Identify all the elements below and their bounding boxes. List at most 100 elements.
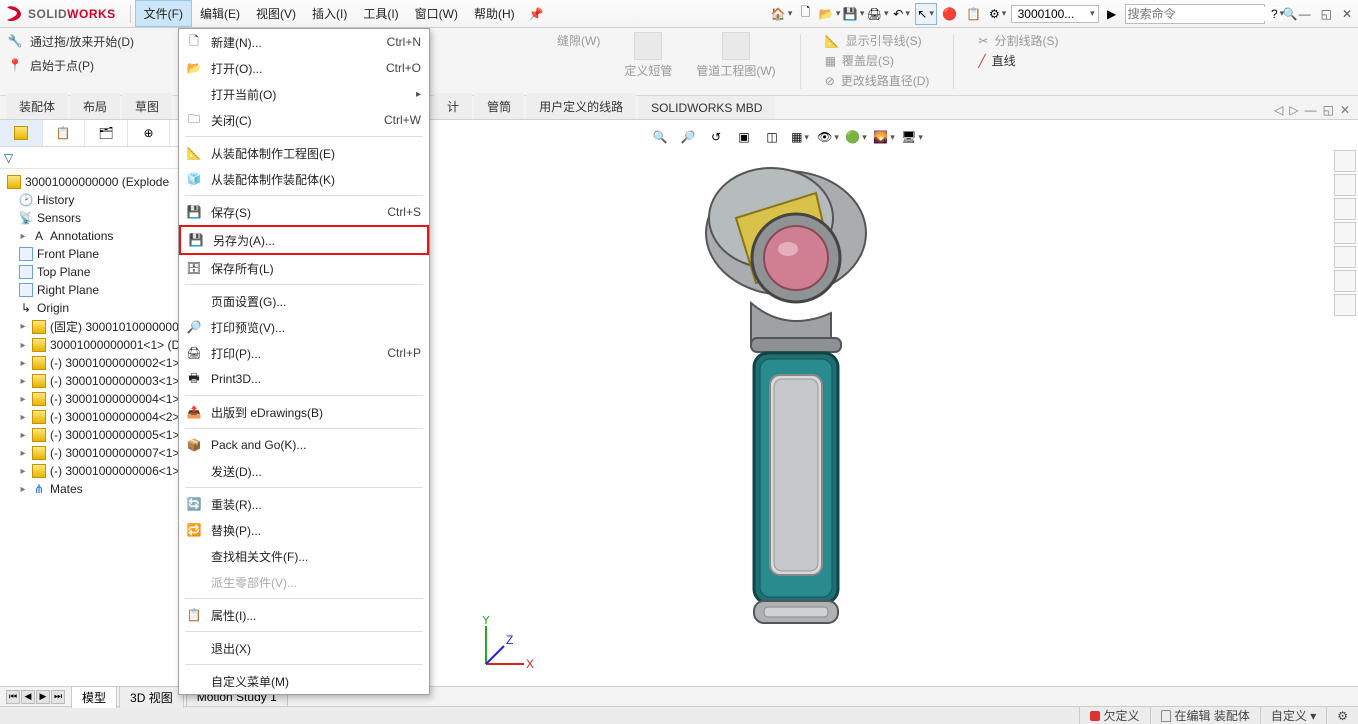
- tab-nav-next[interactable]: ▶: [36, 690, 50, 704]
- menu-view[interactable]: 视图(V): [248, 1, 304, 26]
- print-icon: 🖨: [185, 344, 203, 362]
- menu-insert[interactable]: 插入(I): [304, 1, 355, 26]
- menu-tools[interactable]: 工具(I): [355, 1, 406, 26]
- fm-new[interactable]: 🗋新建(N)...Ctrl+N: [179, 29, 429, 55]
- search-box[interactable]: 🔍: [1125, 4, 1265, 24]
- fm-find-ref[interactable]: 查找相关文件(F)...: [179, 543, 429, 569]
- fm-make-drawing[interactable]: 📐从装配体制作工程图(E): [179, 140, 429, 166]
- fm-print[interactable]: 🖨打印(P)...Ctrl+P: [179, 340, 429, 366]
- fm-pack[interactable]: 📦Pack and Go(K)...: [179, 432, 429, 458]
- tab-mbd[interactable]: SOLIDWORKS MBD: [638, 96, 775, 119]
- menu-edit[interactable]: 编辑(E): [192, 1, 248, 26]
- status-gear-icon[interactable]: ⚙: [1326, 707, 1358, 724]
- taskpane-home-icon[interactable]: [1334, 150, 1356, 172]
- tab-nav-prev[interactable]: ◀: [21, 690, 35, 704]
- taskpane-forum-icon[interactable]: [1334, 294, 1356, 316]
- line-cmd[interactable]: ╱直线: [978, 52, 1058, 69]
- taskpane-lib-icon[interactable]: [1334, 174, 1356, 196]
- tab-assembly[interactable]: 装配体: [6, 93, 68, 119]
- panel-close-icon[interactable]: ✕: [1340, 103, 1350, 117]
- settings-button[interactable]: ⚙: [987, 3, 1009, 25]
- tab-3dview[interactable]: 3D 视图: [119, 686, 184, 708]
- play-icon[interactable]: ▶: [1101, 3, 1123, 25]
- appearance-icon[interactable]: 🟢: [845, 126, 867, 148]
- fm-save-all[interactable]: 🗄保存所有(L): [179, 255, 429, 281]
- taskpane-appear-icon[interactable]: [1334, 246, 1356, 268]
- fm-exit[interactable]: 退出(X): [179, 635, 429, 661]
- axis-triad: Y X Z: [474, 616, 534, 676]
- fm-publish[interactable]: 📤出版到 eDrawings(B): [179, 399, 429, 425]
- zoom-area-icon[interactable]: 🔎: [677, 126, 699, 148]
- fm-properties[interactable]: 📋属性(I)...: [179, 602, 429, 628]
- app-logo: SOLIDWORKS: [4, 4, 116, 24]
- hide-show-icon[interactable]: 👁: [817, 126, 839, 148]
- fm-save-as[interactable]: 💾另存为(A)...: [179, 225, 429, 255]
- tab-eval-partial[interactable]: 计: [434, 93, 472, 119]
- fm-save[interactable]: 💾保存(S)Ctrl+S: [179, 199, 429, 225]
- tab-layout[interactable]: 布局: [70, 93, 120, 119]
- home-button[interactable]: 🏠: [771, 3, 793, 25]
- tab-pipe[interactable]: 管筒: [474, 93, 524, 119]
- define-short-pipe: 定义短管: [624, 32, 672, 79]
- preview-icon: 🔎: [185, 318, 203, 336]
- help-button[interactable]: ?: [1267, 3, 1289, 25]
- fm-print3d[interactable]: 🖶Print3D...: [179, 366, 429, 392]
- fm-tab-dim[interactable]: ⊕: [128, 120, 171, 146]
- close-button[interactable]: ✕: [1342, 7, 1352, 21]
- fm-send[interactable]: 发送(D)...: [179, 458, 429, 484]
- panel-right-icon[interactable]: ▷: [1289, 103, 1298, 117]
- fm-page-setup[interactable]: 页面设置(G)...: [179, 288, 429, 314]
- split-route: ✂分割线路(S): [978, 32, 1058, 49]
- new-button[interactable]: 🗋: [795, 3, 817, 25]
- fm-open-recent[interactable]: 打开当前(O): [179, 81, 429, 107]
- start-at-point[interactable]: 📍 启始于点(P): [6, 56, 170, 74]
- fm-replace[interactable]: 🔁替换(P)...: [179, 517, 429, 543]
- panel-max-icon[interactable]: ◱: [1323, 103, 1334, 117]
- tab-nav-last[interactable]: ⏭: [51, 690, 65, 704]
- select-button[interactable]: ↖: [915, 3, 937, 25]
- save-button[interactable]: 💾: [843, 3, 865, 25]
- zoom-fit-icon[interactable]: 🔍: [649, 126, 671, 148]
- display-style-icon[interactable]: ▦: [789, 126, 811, 148]
- document-combo[interactable]: 3000100...: [1011, 5, 1099, 23]
- scene-icon[interactable]: 🌄: [873, 126, 895, 148]
- start-by-drag[interactable]: 🔧 通过拖/放来开始(D): [6, 32, 170, 50]
- fm-customize[interactable]: 自定义菜单(M): [179, 668, 429, 694]
- rebuild-button[interactable]: 🔴: [939, 3, 961, 25]
- panel-min-icon[interactable]: —: [1305, 103, 1317, 117]
- status-underdefined: 欠定义: [1079, 707, 1150, 724]
- fm-print-preview[interactable]: 🔎打印预览(V)...: [179, 314, 429, 340]
- menu-bar: SOLIDWORKS 文件(F) 编辑(E) 视图(V) 插入(I) 工具(I)…: [0, 0, 1358, 28]
- tab-nav-first[interactable]: ⏮: [6, 690, 20, 704]
- taskpane-prop-icon[interactable]: [1334, 270, 1356, 292]
- taskpane-view-icon[interactable]: [1334, 222, 1356, 244]
- pin-icon[interactable]: 📌: [523, 7, 550, 21]
- panel-left-icon[interactable]: ◁: [1274, 103, 1283, 117]
- print-button[interactable]: 🖨: [867, 3, 889, 25]
- minimize-button[interactable]: —: [1299, 7, 1311, 21]
- search-input[interactable]: [1128, 7, 1283, 21]
- fm-tab-feature[interactable]: [0, 120, 43, 146]
- section-icon[interactable]: ▣: [733, 126, 755, 148]
- view-settings-icon[interactable]: 🖥: [901, 126, 923, 148]
- status-custom[interactable]: 自定义 ▾: [1260, 707, 1326, 724]
- tab-model[interactable]: 模型: [71, 686, 117, 708]
- tab-user-route[interactable]: 用户定义的线路: [526, 93, 636, 119]
- fm-open[interactable]: 📂打开(O)...Ctrl+O: [179, 55, 429, 81]
- fm-reload[interactable]: 🔄重装(R)...: [179, 491, 429, 517]
- menu-help[interactable]: 帮助(H): [466, 1, 523, 26]
- open-button[interactable]: 📂: [819, 3, 841, 25]
- tab-sketch[interactable]: 草图: [122, 93, 172, 119]
- view-orient-icon[interactable]: ◫: [761, 126, 783, 148]
- menu-window[interactable]: 窗口(W): [407, 1, 466, 26]
- fm-make-assembly[interactable]: 🧊从装配体制作装配体(K): [179, 166, 429, 192]
- menu-file[interactable]: 文件(F): [135, 0, 192, 27]
- options-button[interactable]: 📋: [963, 3, 985, 25]
- fm-close[interactable]: 🗀关闭(C)Ctrl+W: [179, 107, 429, 133]
- undo-button[interactable]: ↶: [891, 3, 913, 25]
- prev-view-icon[interactable]: ↺: [705, 126, 727, 148]
- fm-tab-config[interactable]: 🗂: [85, 120, 128, 146]
- fm-tab-property[interactable]: 📋: [43, 120, 86, 146]
- restore-button[interactable]: ◱: [1321, 7, 1332, 21]
- taskpane-explorer-icon[interactable]: [1334, 198, 1356, 220]
